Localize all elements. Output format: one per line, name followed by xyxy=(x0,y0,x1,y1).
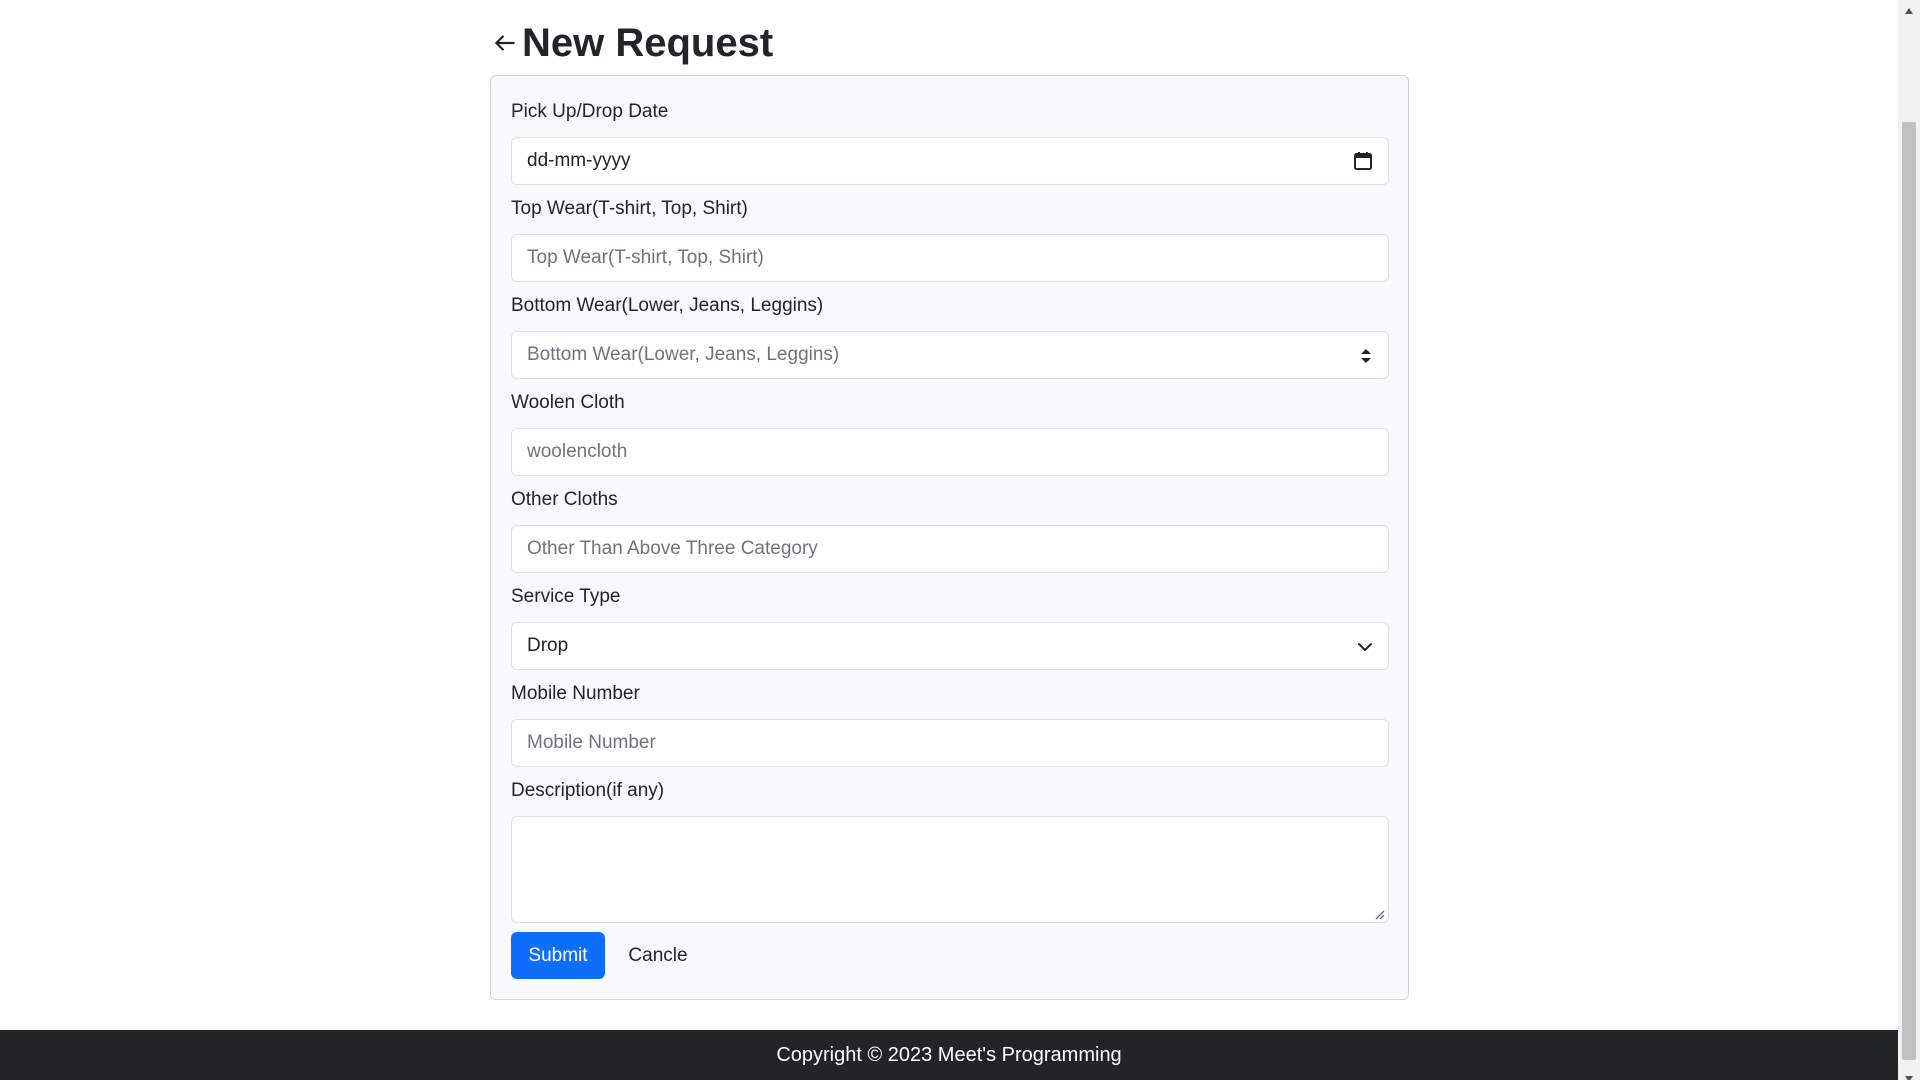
vertical-scrollbar[interactable] xyxy=(1898,0,1920,1080)
bottom-wear-label: Bottom Wear(Lower, Jeans, Leggins) xyxy=(511,295,824,316)
calendar-icon[interactable] xyxy=(1352,150,1374,172)
footer: Copyright © 2023 Meet's Programming xyxy=(0,1030,1898,1080)
scrollbar-thumb[interactable] xyxy=(1902,122,1916,1060)
chevron-down-icon xyxy=(1356,638,1374,656)
service-type-label: Service Type xyxy=(511,586,621,607)
description-label: Description(if any) xyxy=(511,780,665,801)
scroll-up-arrow-icon[interactable] xyxy=(1904,2,1914,14)
scroll-down-arrow-icon[interactable] xyxy=(1904,1070,1914,1080)
description-textarea[interactable] xyxy=(511,816,1389,923)
request-form: Pick Up/Drop Date dd-mm-yyyy Top Wear(T-… xyxy=(490,75,1409,1000)
spinner-arrows-icon[interactable] xyxy=(1358,342,1374,370)
submit-button[interactable]: Submit xyxy=(511,932,605,979)
mobile-number-input[interactable] xyxy=(511,719,1389,767)
page: New Request Pick Up/Drop Date dd-mm-yyyy… xyxy=(0,0,1898,1080)
other-cloths-input[interactable] xyxy=(511,525,1389,573)
page-header: New Request xyxy=(490,18,773,68)
bottom-wear-input[interactable]: Bottom Wear(Lower, Jeans, Leggins) xyxy=(511,331,1389,379)
pickup-date-placeholder: dd-mm-yyyy xyxy=(527,150,631,171)
page-title: New Request xyxy=(522,21,774,65)
service-type-select[interactable]: Drop xyxy=(511,622,1389,670)
mobile-number-label: Mobile Number xyxy=(511,683,640,704)
copyright-text: Copyright © 2023 Meet's Programming xyxy=(776,1043,1122,1066)
service-type-value: Drop xyxy=(527,635,569,656)
top-wear-input[interactable] xyxy=(511,234,1389,282)
cancel-button[interactable]: Cancle xyxy=(618,932,698,979)
arrow-left-icon[interactable] xyxy=(490,28,520,58)
woolen-cloth-input[interactable] xyxy=(511,428,1389,476)
top-wear-label: Top Wear(T-shirt, Top, Shirt) xyxy=(511,198,748,219)
other-cloths-label: Other Cloths xyxy=(511,489,618,510)
pickup-date-input[interactable]: dd-mm-yyyy xyxy=(511,137,1389,185)
resize-handle-icon[interactable] xyxy=(1373,907,1385,920)
bottom-wear-placeholder: Bottom Wear(Lower, Jeans, Leggins) xyxy=(527,344,840,365)
woolen-cloth-label: Woolen Cloth xyxy=(511,392,625,413)
pickup-date-label: Pick Up/Drop Date xyxy=(511,101,669,122)
